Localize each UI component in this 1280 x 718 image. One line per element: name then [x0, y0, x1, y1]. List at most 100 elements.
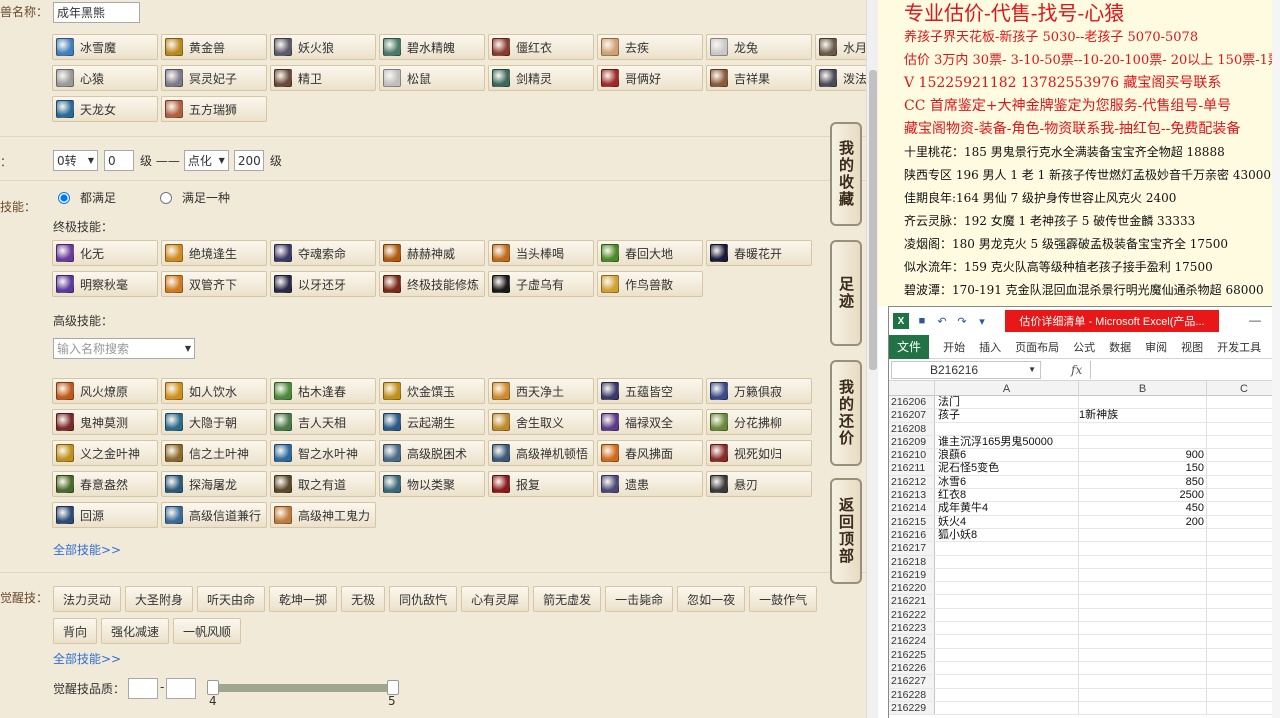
cell-b[interactable]: [1079, 675, 1207, 688]
advanced-skill-button[interactable]: 信之土叶神: [161, 440, 267, 466]
cell-a[interactable]: [935, 635, 1079, 648]
ribbon-tab[interactable]: 开始: [943, 339, 965, 355]
cell-b[interactable]: 1新神族: [1079, 409, 1207, 422]
fx-icon[interactable]: fx: [1071, 363, 1082, 377]
row-number[interactable]: 216223: [889, 622, 935, 635]
cell-c[interactable]: [1207, 489, 1280, 501]
row-number[interactable]: 216221: [889, 595, 935, 608]
col-header-a[interactable]: A: [935, 381, 1079, 396]
row-number[interactable]: 216218: [889, 555, 935, 568]
advanced-skill-button[interactable]: 鬼神莫测: [52, 409, 158, 435]
cell-a[interactable]: 浪蕻6: [935, 449, 1079, 462]
beast-button[interactable]: 心猿: [52, 65, 158, 91]
cell-c[interactable]: [1207, 689, 1280, 701]
skill-search-select[interactable]: 输入名称搜索 ▼: [53, 338, 195, 359]
cell-c[interactable]: [1207, 409, 1280, 421]
cell-c[interactable]: [1207, 675, 1280, 687]
cell-c[interactable]: [1207, 649, 1280, 661]
row-number[interactable]: 216214: [889, 502, 935, 515]
row-number[interactable]: 216206: [889, 396, 935, 409]
beast-button[interactable]: 去疾: [597, 34, 703, 60]
advanced-skill-button[interactable]: 遗患: [597, 471, 703, 497]
row-number[interactable]: 216217: [889, 542, 935, 555]
cell-b[interactable]: [1079, 396, 1207, 409]
quality-max-input[interactable]: [166, 678, 196, 699]
beast-button[interactable]: 哥俩好: [597, 65, 703, 91]
cell-c[interactable]: [1207, 476, 1280, 488]
awaken-skill-button[interactable]: 法力灵动: [53, 586, 122, 612]
advanced-skill-button[interactable]: 高级禅机顿悟: [488, 440, 594, 466]
col-header-c[interactable]: C: [1207, 381, 1280, 396]
advanced-skill-button[interactable]: 五蕴皆空: [597, 378, 703, 404]
cell-a[interactable]: 谁主沉浮165男鬼50000: [935, 435, 1079, 449]
turn-select[interactable]: 0转 ▼: [53, 150, 98, 171]
advanced-skill-button[interactable]: 福禄双全: [597, 409, 703, 435]
ultimate-skill-button[interactable]: 以牙还牙: [270, 271, 376, 297]
advanced-skill-button[interactable]: 智之水叶神: [270, 440, 376, 466]
beast-button[interactable]: 黄金兽: [161, 34, 267, 60]
level-max-input[interactable]: [233, 150, 264, 171]
row-number[interactable]: 216215: [889, 515, 935, 528]
slider-handle-low[interactable]: [207, 680, 219, 695]
cell-b[interactable]: [1079, 661, 1207, 675]
row-number[interactable]: 216211: [889, 462, 935, 475]
advanced-skill-button[interactable]: 大隐于朝: [161, 409, 267, 435]
ultimate-skill-button[interactable]: 终极技能修炼: [379, 271, 485, 297]
advanced-skill-button[interactable]: 探海屠龙: [161, 471, 267, 497]
row-number[interactable]: 216213: [889, 489, 935, 502]
cell-b[interactable]: 900: [1079, 449, 1207, 462]
beast-button[interactable]: 冰雪魔: [52, 34, 158, 60]
cell-b[interactable]: [1079, 568, 1207, 582]
mode-select[interactable]: 点化 ▼: [183, 150, 229, 171]
match-one-radio[interactable]: [160, 191, 173, 204]
beast-button[interactable]: 僵红衣: [488, 34, 594, 60]
cell-c[interactable]: [1207, 396, 1280, 408]
beast-button[interactable]: 吉祥果: [706, 65, 812, 91]
customize-icon[interactable]: ▾: [975, 314, 989, 328]
match-all-radio[interactable]: [58, 191, 70, 204]
ultimate-skill-button[interactable]: 春暖花开: [706, 240, 812, 266]
minimize-icon[interactable]: —: [1249, 313, 1261, 327]
awaken-skill-button[interactable]: 心有灵犀: [461, 586, 530, 612]
cell-c[interactable]: [1207, 502, 1280, 514]
advanced-skill-button[interactable]: 风火燎原: [52, 378, 158, 404]
cell-c[interactable]: [1207, 635, 1280, 647]
advanced-skill-button[interactable]: 舍生取义: [488, 409, 594, 435]
row-number[interactable]: 216222: [889, 608, 935, 622]
select-all-corner[interactable]: [889, 381, 935, 396]
col-header-b[interactable]: B: [1079, 381, 1207, 396]
ultimate-skill-button[interactable]: 绝境逢生: [161, 240, 267, 266]
advanced-skill-button[interactable]: 回源: [52, 502, 158, 528]
cell-b[interactable]: 200: [1079, 515, 1207, 528]
formula-input[interactable]: [1090, 360, 1280, 379]
ultimate-skill-button[interactable]: 当头棒喝: [488, 240, 594, 266]
ultimate-skill-button[interactable]: 作鸟兽散: [597, 271, 703, 297]
all-skills-link[interactable]: 全部技能>>: [53, 541, 121, 558]
ribbon-tab[interactable]: 审阅: [1145, 339, 1167, 355]
beast-button[interactable]: 龙兔: [706, 34, 812, 60]
cell-b[interactable]: [1079, 595, 1207, 608]
advanced-skill-button[interactable]: 义之金叶神: [52, 440, 158, 466]
awaken-skill-button[interactable]: 箭无虚发: [533, 586, 602, 612]
row-number[interactable]: 216216: [889, 528, 935, 542]
row-number[interactable]: 216225: [889, 648, 935, 661]
cell-b[interactable]: [1079, 635, 1207, 648]
cell-a[interactable]: [935, 622, 1079, 635]
cell-c[interactable]: [1207, 622, 1280, 634]
row-number[interactable]: 216227: [889, 675, 935, 688]
cell-c[interactable]: [1207, 702, 1280, 714]
advanced-skill-button[interactable]: 物以类聚: [379, 471, 485, 497]
awaken-skill-button[interactable]: 强化减速: [101, 618, 170, 644]
row-number[interactable]: 216224: [889, 635, 935, 648]
ultimate-skill-button[interactable]: 赫赫神威: [379, 240, 485, 266]
ribbon-tab[interactable]: 页面布局: [1015, 339, 1059, 355]
beast-button[interactable]: 松鼠: [379, 65, 485, 91]
beast-button[interactable]: 五方瑞狮: [161, 96, 267, 122]
beast-button[interactable]: 精卫: [270, 65, 376, 91]
row-number[interactable]: 216219: [889, 568, 935, 582]
undo-icon[interactable]: ↶: [935, 314, 949, 328]
beast-button[interactable]: 剑精灵: [488, 65, 594, 91]
awaken-skill-button[interactable]: 乾坤一掷: [269, 586, 338, 612]
advanced-skill-button[interactable]: 视死如归: [706, 440, 812, 466]
awaken-skill-button[interactable]: 无极: [341, 586, 386, 612]
